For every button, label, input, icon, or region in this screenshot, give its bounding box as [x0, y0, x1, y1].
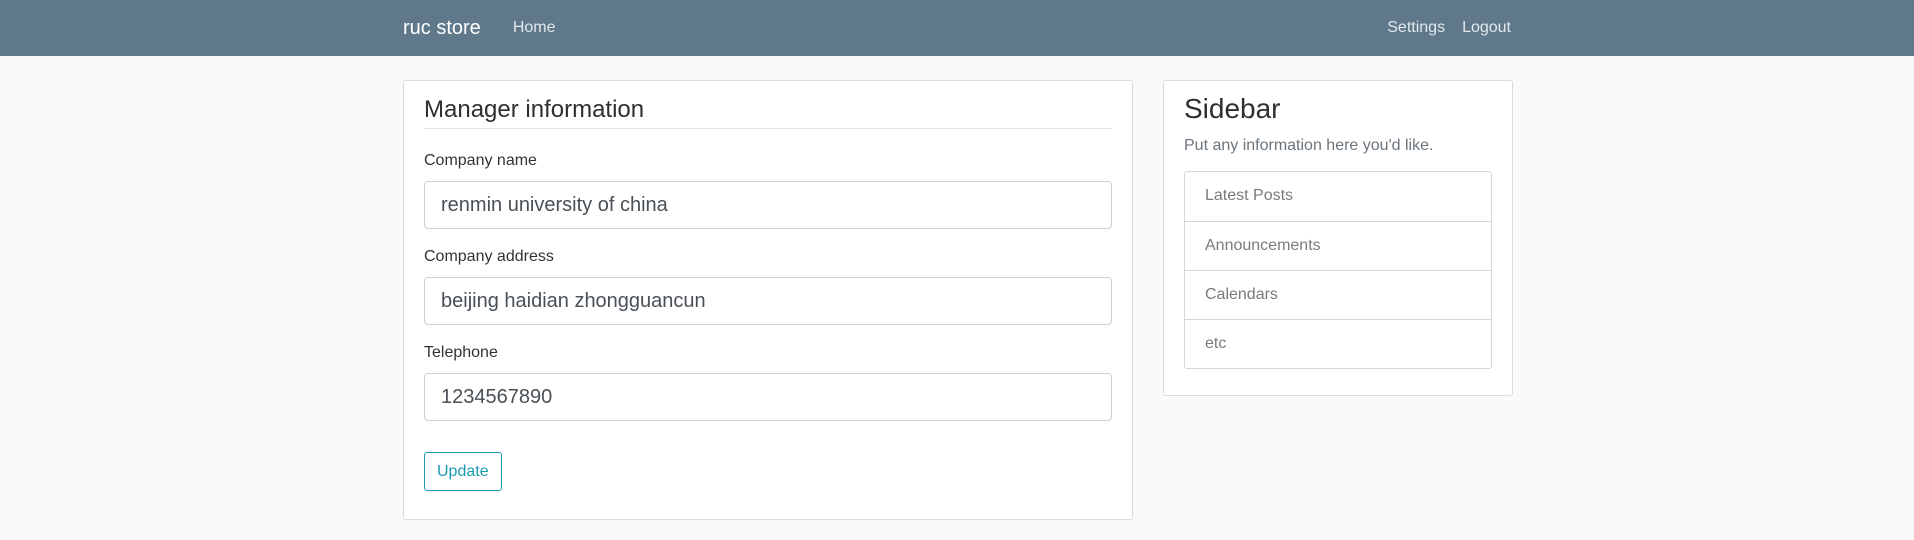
sidebar-item-latest-posts[interactable]: Latest Posts [1185, 172, 1491, 221]
manager-info-title: Manager information [424, 81, 1112, 129]
nav-settings-link[interactable]: Settings [1387, 19, 1445, 37]
navbar-container: ruc store Home Settings Logout [403, 0, 1511, 56]
sidebar-description: Put any information here you'd like. [1184, 137, 1434, 154]
top-navbar: ruc store Home Settings Logout [0, 0, 1914, 56]
company-name-input[interactable] [424, 181, 1112, 229]
sidebar-card: Sidebar Put any information here you'd l… [1163, 80, 1513, 396]
company-address-group: Company address [424, 247, 1112, 325]
telephone-input[interactable] [424, 373, 1112, 421]
update-button[interactable]: Update [424, 452, 502, 491]
company-address-label: Company address [424, 248, 554, 265]
sidebar-item-announcements[interactable]: Announcements [1185, 221, 1491, 270]
telephone-label: Telephone [424, 344, 498, 361]
company-address-input[interactable] [424, 277, 1112, 325]
sidebar-list: Latest Posts Announcements Calendars etc [1184, 171, 1492, 369]
telephone-group: Telephone [424, 343, 1112, 421]
company-name-label: Company name [424, 152, 537, 169]
sidebar-title: Sidebar [1184, 93, 1281, 124]
manager-info-card: Manager information Company name Company… [403, 80, 1133, 520]
nav-home-link[interactable]: Home [513, 19, 556, 37]
sidebar-item-calendars[interactable]: Calendars [1185, 270, 1491, 319]
sidebar-item-etc[interactable]: etc [1185, 319, 1491, 368]
brand-link[interactable]: ruc store [403, 17, 481, 40]
navbar-right-group: Settings Logout [1387, 19, 1511, 37]
nav-logout-link[interactable]: Logout [1462, 19, 1511, 37]
company-name-group: Company name [424, 151, 1112, 229]
